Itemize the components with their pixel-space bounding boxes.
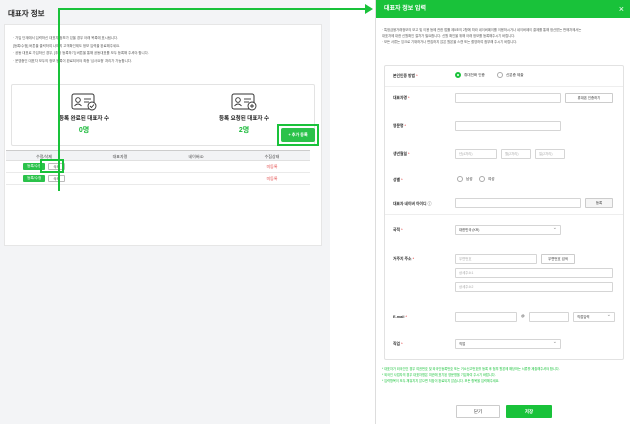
cell-status: 미등록 — [266, 164, 278, 169]
stat-completed: 등록 완료된 대표자 수 0명 — [14, 93, 154, 135]
address2-input[interactable]: 상세주소2 — [455, 282, 613, 292]
footer-notes: * 대표자가 외국인인 경우 여권번호 및 외국인등록번호 또는 거소신고번호를… — [382, 366, 627, 384]
representative-form: 본인인증 방법 * 휴대전화 인증 신분증 제출 대표자명 * 휴대폰 인증하기… — [384, 65, 624, 360]
email-label: E-mail * — [393, 315, 407, 319]
stat-label: 등록 완료된 대표자 수 — [58, 116, 110, 122]
gender-label: 성별 * — [393, 178, 403, 182]
email-at: @ — [521, 314, 525, 318]
stats-box: 등록 완료된 대표자 수 0명 등록 요청된 대표자 수 2명 — [11, 84, 315, 146]
radio-label: 휴대전화 인증 — [464, 73, 485, 77]
birth-day-input[interactable]: 일(2자리) — [535, 149, 565, 159]
footer-note: * 입력항목이 모두 채워지지 않으면 저장이 완료되지 않습니다. 모든 항목… — [382, 379, 500, 383]
birth-year-input[interactable]: 년(4자리) — [455, 149, 497, 159]
email-id-input[interactable] — [455, 312, 517, 322]
job-select[interactable]: 직업 — [455, 339, 561, 349]
naver-id-input[interactable] — [455, 198, 581, 208]
delete-button[interactable]: 삭제 — [48, 175, 65, 182]
highlight-frame — [40, 159, 64, 173]
radio-male[interactable] — [457, 176, 463, 182]
english-name-label: 영문명 * — [393, 124, 407, 128]
close-icon[interactable]: × — [619, 3, 624, 15]
birth-label: 생년월일 * — [393, 152, 410, 156]
radio-label: 여성 — [488, 177, 495, 181]
phone-auth-button[interactable]: 휴대폰 인증하기 — [565, 93, 613, 103]
address-label: 거주지 주소 * — [393, 257, 415, 261]
nationality-select[interactable]: 대한민국 (KR) — [455, 225, 561, 235]
screen: 대표자 정보 · 가입 단계에서 입력하신 대표자 정보가 있을 경우 아래 목… — [0, 0, 630, 424]
stat-label: 등록 요청된 대표자 수 — [218, 116, 270, 122]
id-card-check-icon — [71, 93, 97, 111]
name-label: 대표자명 * — [393, 96, 410, 100]
connector-line — [58, 8, 366, 10]
divider — [385, 214, 623, 215]
dialog-note: · 모든 서류는 잉크로 기재하거나 편집하지 않은 원본을 스캔 또는 촬영하… — [382, 40, 518, 44]
add-representative-button[interactable]: + 추가 등록 — [281, 128, 315, 142]
column-header: 네이버ID — [188, 154, 204, 159]
save-button[interactable]: 저장 — [506, 405, 552, 418]
representative-page: 대표자 정보 · 가입 단계에서 입력하신 대표자 정보가 있을 경우 아래 목… — [0, 0, 330, 424]
birth-month-input[interactable]: 월(2자리) — [501, 149, 531, 159]
auth-label: 본인인증 방법 * — [393, 74, 418, 78]
radio-label: 남성 — [466, 177, 473, 181]
email-domain-select[interactable]: 직접입력 — [573, 312, 615, 322]
address1-input[interactable]: 상세주소1 — [455, 268, 613, 278]
nationality-label: 국적 * — [393, 228, 403, 232]
job-label: 직업 * — [393, 342, 403, 346]
connector-line — [58, 8, 60, 191]
dialog-title: 대표자 정보 입력 — [376, 0, 630, 18]
divider — [385, 86, 623, 87]
english-name-input[interactable] — [455, 121, 561, 131]
page-title: 대표자 정보 — [8, 9, 45, 18]
column-header: 대표자명 — [112, 154, 128, 159]
id-card-plus-icon — [231, 93, 257, 111]
naver-id-label: 대표자 네이버 아이디 ⓘ — [393, 202, 432, 206]
radio-phone-auth[interactable] — [455, 72, 461, 78]
zip-input[interactable]: 우편번호 — [455, 254, 537, 264]
name-input[interactable] — [455, 93, 561, 103]
dialog-notes: · 특정금융거래정보의 보고 및 이용 등에 관한 법률 제5조의 2항에 따라… — [382, 27, 627, 45]
stat-value: 0명 — [78, 127, 90, 134]
zip-search-button[interactable]: 우편번호 검색 — [541, 254, 575, 264]
register-button[interactable]: 등록 — [585, 198, 613, 208]
representative-dialog: 대표자 정보 입력 × · 특정금융거래정보의 보고 및 이용 등에 관한 법률… — [375, 0, 630, 424]
row-actions: 등록/수정 삭제 — [6, 175, 82, 182]
edit-button[interactable]: 등록/수정 — [23, 175, 46, 182]
radio-id-submit[interactable] — [497, 72, 503, 78]
representative-card: · 가입 단계에서 입력하신 대표자 정보가 있을 경우 아래 목록에 표시됩니… — [4, 24, 322, 246]
close-button[interactable]: 닫기 — [456, 405, 500, 418]
radio-label: 신분증 제출 — [506, 73, 524, 77]
arrow-right-icon — [365, 4, 373, 14]
cell-status: 미등록 — [266, 176, 278, 181]
table-row: 등록/수정 삭제 미등록 — [6, 173, 310, 185]
email-domain-input[interactable] — [529, 312, 569, 322]
column-header: 수집상태 — [264, 154, 280, 159]
radio-female[interactable] — [479, 176, 485, 182]
